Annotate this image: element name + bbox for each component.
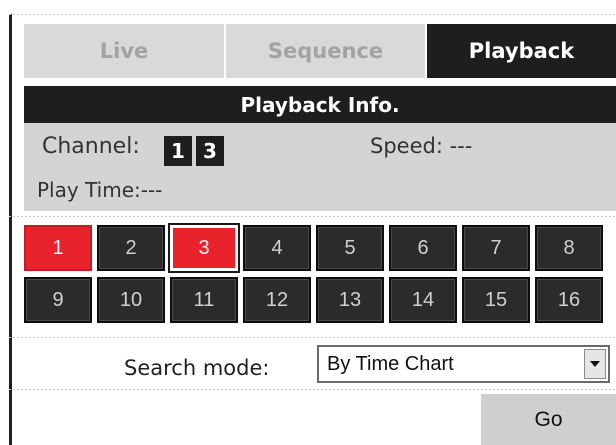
tab-bar: Live Sequence Playback [24,24,616,78]
channel-button-14[interactable]: 14 [389,277,457,323]
playback-info-title: Playback Info. [24,86,616,123]
channel-button-2[interactable]: 2 [97,225,165,271]
dropdown-arrow-icon[interactable] [584,349,606,379]
channel-button-8[interactable]: 8 [535,225,603,271]
channel-badge: 1 [164,136,192,166]
channel-button-6[interactable]: 6 [389,225,457,271]
channel-label: Channel: [42,134,140,159]
channel-button-7[interactable]: 7 [462,225,530,271]
channel-button-3[interactable]: 3 [168,223,240,273]
info-divider [9,216,616,217]
channel-button-1[interactable]: 1 [24,225,92,271]
playback-info-panel: Playback Info. Channel: 1 3 Speed: --- P… [24,86,616,211]
channel-button-5[interactable]: 5 [316,225,384,271]
channel-badge: 3 [196,136,224,166]
channel-button-12[interactable]: 12 [243,277,311,323]
speed-label: Speed: [370,134,443,158]
search-mode-select[interactable]: By Time Chart [317,345,610,383]
playtime-readout: Play Time:--- [37,178,162,202]
channel-button-10[interactable]: 10 [97,277,165,323]
channel-button-15[interactable]: 15 [462,277,530,323]
playtime-label: Play Time: [37,178,141,202]
grid-divider [9,337,616,338]
playback-panel: Live Sequence Playback Playback Info. Ch… [0,0,616,445]
search-divider [9,389,616,390]
tab-live[interactable]: Live [24,24,226,78]
search-mode-label: Search mode: [124,356,270,380]
channel-button-11[interactable]: 11 [170,277,238,323]
channel-grid: 1 2 3 4 5 6 7 8 9 10 11 12 13 14 15 16 [24,223,616,325]
left-border [9,14,12,445]
speed-readout: Speed: --- [370,134,472,158]
go-button[interactable]: Go [481,394,616,445]
speed-value: --- [449,134,473,158]
search-mode-value: By Time Chart [327,352,454,375]
playtime-value: --- [140,178,163,202]
channel-button-13[interactable]: 13 [316,277,384,323]
tab-playback[interactable]: Playback [427,24,616,78]
channel-button-16[interactable]: 16 [535,277,603,323]
channel-button-9[interactable]: 9 [24,277,92,323]
tab-sequence[interactable]: Sequence [226,24,427,78]
top-divider [9,14,616,15]
channel-button-4[interactable]: 4 [243,225,311,271]
